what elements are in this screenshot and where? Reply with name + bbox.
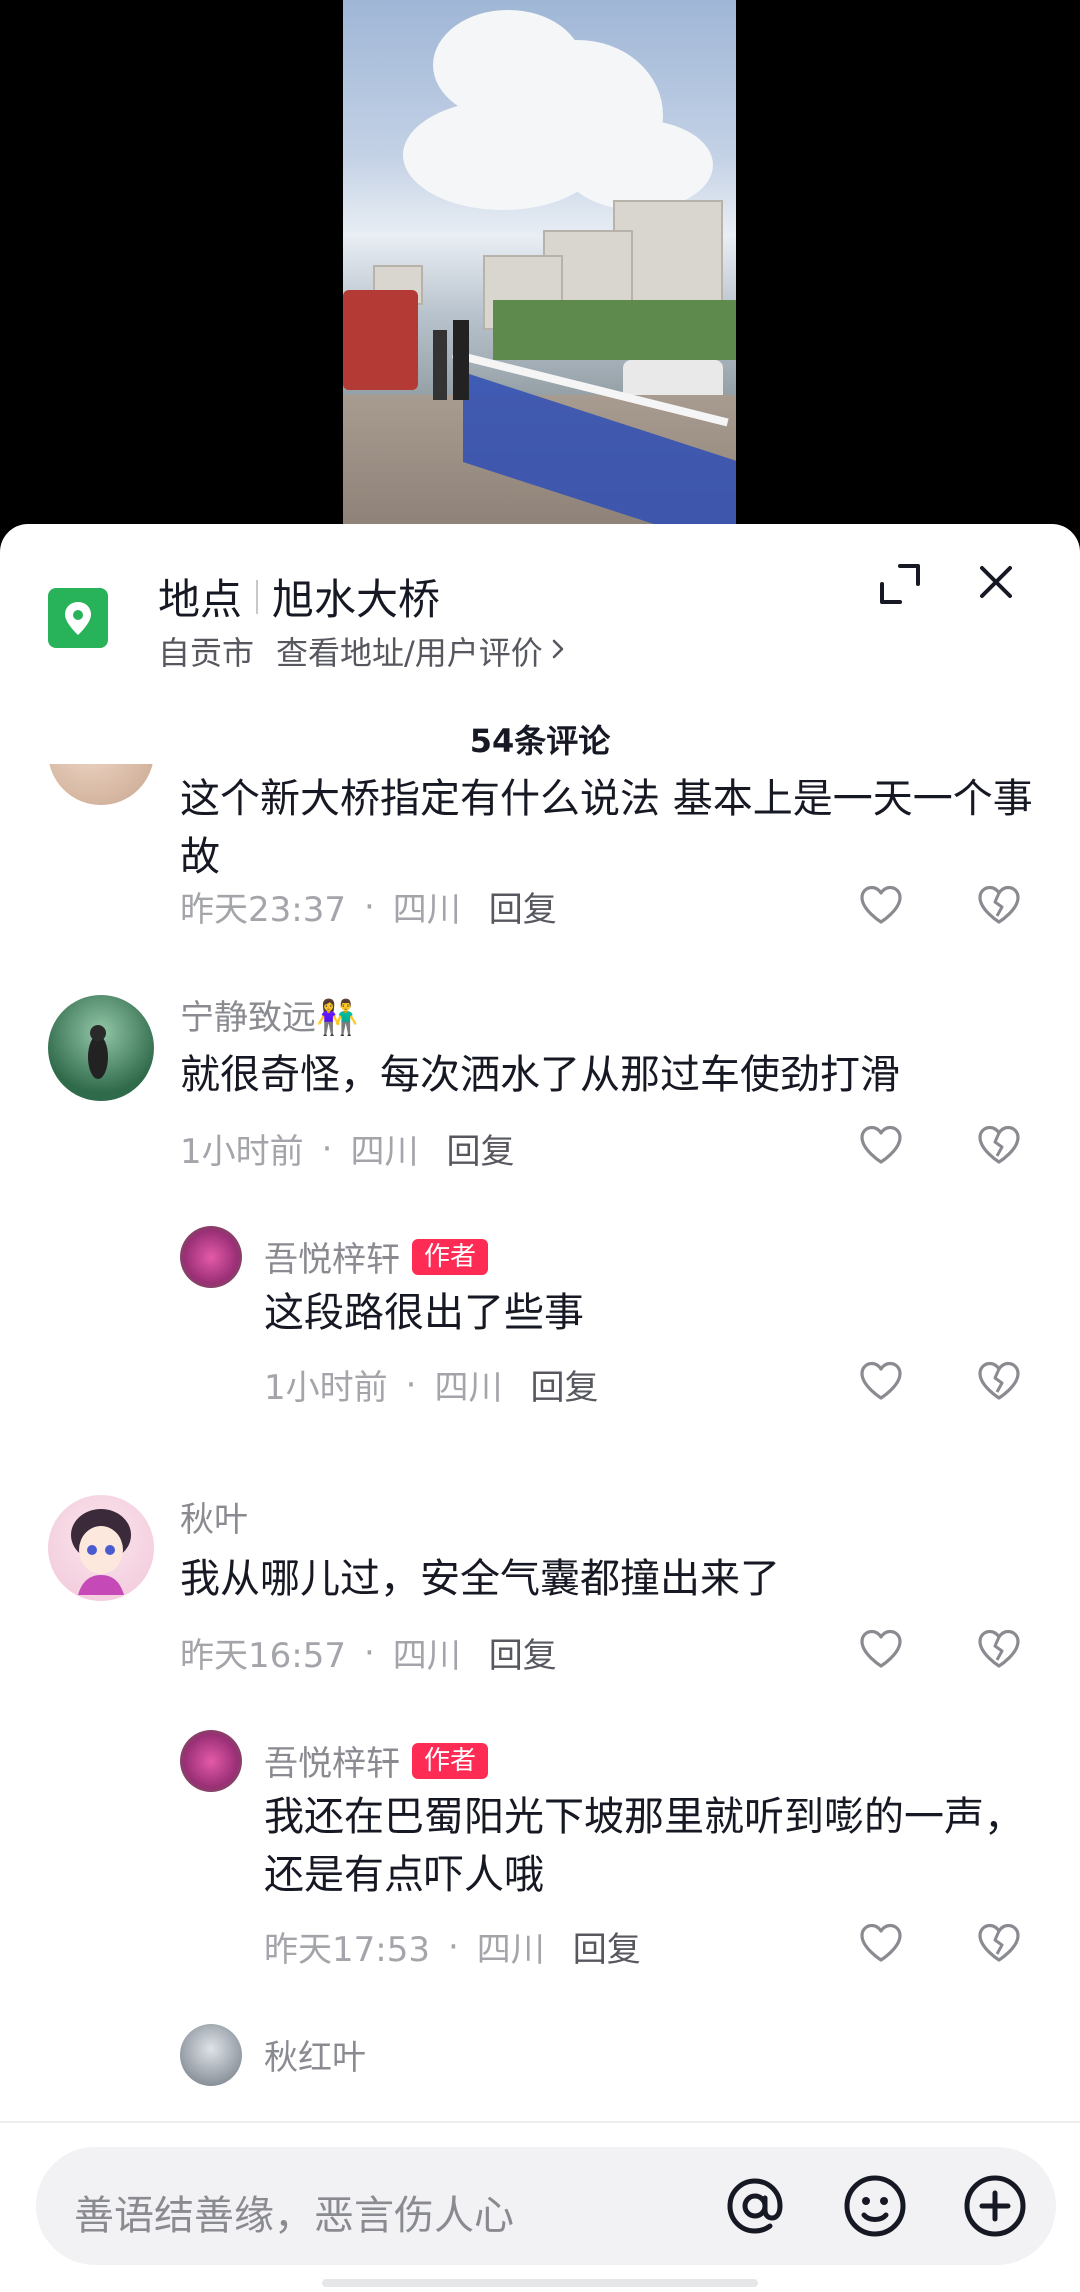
emoji-icon[interactable]	[840, 2171, 910, 2241]
location-title: 地点 旭水大桥	[158, 566, 440, 627]
comment-input-placeholder: 善语结善缘，恶言伤人心	[74, 2193, 514, 2239]
broken-heart-icon[interactable]	[976, 1360, 1022, 1402]
reply-username[interactable]: 秋红叶	[264, 2030, 366, 2079]
comment-list[interactable]: 这个新大桥指定有什么说法 基本上是一天一个事故 昨天23:37 · 四川 回复	[0, 764, 1080, 2126]
reply-button[interactable]: 回复	[530, 1360, 598, 1409]
reply-button[interactable]: 回复	[446, 1124, 514, 1173]
location-link[interactable]: 查看地址/用户评价	[276, 628, 543, 674]
comment-region: 四川	[350, 1132, 419, 1172]
chevron-right-icon	[551, 635, 565, 668]
avatar[interactable]	[48, 764, 154, 805]
meta-dot: ·	[363, 886, 375, 927]
comment-text: 就很奇怪，每次洒水了从那过车使劲打滑	[180, 1052, 900, 1098]
reply-text: 我还在巴蜀阳光下坡那里就听到嘭的一声，还是有点吓人哦	[264, 1794, 1024, 1898]
expand-icon[interactable]	[878, 562, 922, 606]
meta-dot: ·	[363, 1632, 375, 1673]
comment-time: 1小时前	[180, 1132, 304, 1172]
comments-count: 54条评论	[469, 722, 611, 760]
reply-time: 昨天17:53	[264, 1930, 430, 1970]
meta-dot: ·	[447, 1926, 459, 1967]
heart-icon[interactable]	[858, 1922, 904, 1964]
comment-time: 昨天16:57	[180, 1636, 346, 1676]
comments-sheet: 地点 旭水大桥 自贡市 查看地址/用户评价 54条评论 这个新大桥指定有什么说法…	[0, 524, 1080, 2292]
comment-meta: 1小时前 · 四川 回复	[180, 1124, 514, 1173]
avatar[interactable]	[180, 1226, 242, 1288]
plus-icon[interactable]	[960, 2171, 1030, 2241]
reply-button[interactable]: 回复	[489, 1628, 557, 1677]
comment-username[interactable]: 秋叶	[180, 1492, 248, 1541]
avatar[interactable]	[180, 2024, 242, 2086]
reply-username-text: 吾悦梓轩	[264, 1744, 400, 1784]
reply-region: 四川	[434, 1368, 503, 1408]
location-name: 旭水大桥	[272, 575, 441, 624]
reply-time: 1小时前	[264, 1368, 388, 1408]
heart-icon[interactable]	[858, 884, 904, 926]
heart-icon[interactable]	[858, 1124, 904, 1166]
comment-meta: 昨天16:57 · 四川 回复	[180, 1628, 557, 1677]
heart-icon[interactable]	[858, 1628, 904, 1670]
heart-icon[interactable]	[858, 1360, 904, 1402]
comment-region: 四川	[392, 1636, 461, 1676]
avatar[interactable]	[48, 995, 154, 1101]
reply-username[interactable]: 吾悦梓轩 作者	[264, 1232, 489, 1281]
reply-username-text: 吾悦梓轩	[264, 1240, 400, 1280]
map-pin-icon	[48, 588, 108, 648]
broken-heart-icon[interactable]	[976, 1628, 1022, 1670]
meta-dot: ·	[321, 1128, 333, 1169]
avatar[interactable]	[180, 1730, 242, 1792]
video-thumbnail[interactable]	[343, 0, 736, 524]
location-subtitle[interactable]: 自贡市 查看地址/用户评价	[158, 628, 565, 674]
location-header[interactable]: 地点 旭水大桥 自贡市 查看地址/用户评价	[0, 524, 1080, 694]
reply-button[interactable]: 回复	[489, 882, 557, 931]
broken-heart-icon[interactable]	[976, 884, 1022, 926]
video-area[interactable]	[0, 0, 1080, 540]
reply-meta: 昨天17:53 · 四川 回复	[264, 1922, 641, 1971]
broken-heart-icon[interactable]	[976, 1124, 1022, 1166]
avatar[interactable]	[48, 1495, 154, 1601]
location-city: 自贡市	[158, 634, 255, 672]
author-badge: 作者	[412, 1742, 489, 1779]
comment-time: 昨天23:37	[180, 890, 346, 930]
comment-region: 四川	[392, 890, 461, 930]
comment-meta: 昨天23:37 · 四川 回复	[180, 882, 557, 931]
close-icon[interactable]	[974, 560, 1018, 604]
broken-heart-icon[interactable]	[976, 1922, 1022, 1964]
reply-button[interactable]: 回复	[573, 1922, 641, 1971]
location-label: 地点	[158, 575, 243, 624]
home-indicator[interactable]	[322, 2279, 758, 2287]
at-icon[interactable]	[720, 2171, 790, 2241]
reply-meta: 1小时前 · 四川 回复	[264, 1360, 598, 1409]
comment-input[interactable]: 善语结善缘，恶言伤人心	[36, 2147, 1056, 2265]
title-divider	[256, 579, 259, 614]
author-badge: 作者	[412, 1238, 489, 1275]
reply-username[interactable]: 吾悦梓轩 作者	[264, 1736, 489, 1785]
meta-dot: ·	[405, 1364, 417, 1405]
reply-text: 这段路很出了些事	[264, 1290, 584, 1336]
comment-text: 这个新大桥指定有什么说法 基本上是一天一个事故	[180, 776, 1033, 880]
comment-text: 我从哪儿过，安全气囊都撞出来了	[180, 1556, 780, 1602]
reply-region: 四川	[476, 1930, 545, 1970]
divider	[0, 2121, 1080, 2123]
comment-username[interactable]: 宁静致远👫	[180, 990, 358, 1039]
